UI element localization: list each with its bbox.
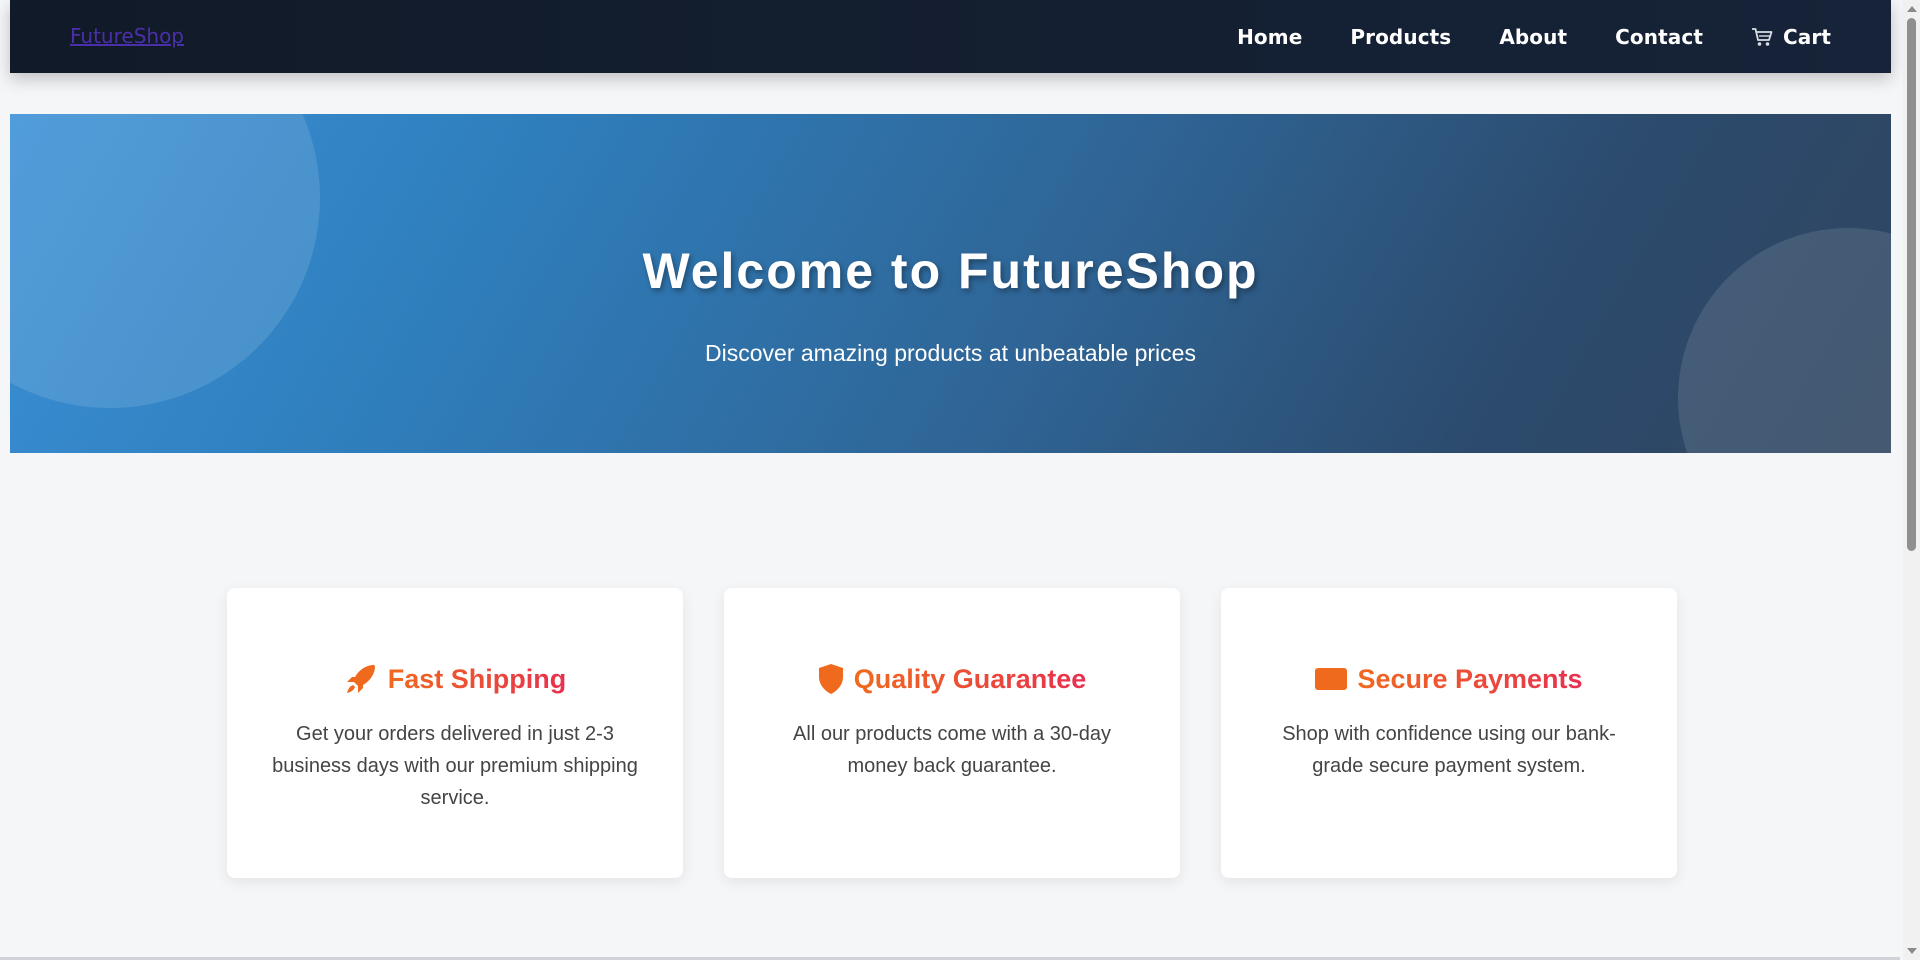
hero-subtitle: Discover amazing products at unbeatable … — [705, 340, 1196, 366]
feature-description: Shop with confidence using our bank-grad… — [1282, 723, 1616, 777]
nav-link-home[interactable]: Home — [1237, 25, 1302, 49]
brand-logo-link[interactable]: FutureShop — [70, 24, 184, 48]
top-navbar: FutureShop Home Products About Contact C… — [10, 0, 1891, 73]
feature-title: Fast Shipping — [387, 663, 567, 694]
hero-title: Welcome to FutureShop — [642, 243, 1259, 299]
cart-icon — [1751, 27, 1773, 47]
feature-title: Secure Payments — [1357, 663, 1583, 694]
page: FutureShop Home Products About Contact C… — [10, 0, 1891, 960]
vertical-scrollbar[interactable] — [1903, 0, 1920, 960]
feature-card-header: Quality Guarantee — [724, 660, 1180, 698]
nav-link-products[interactable]: Products — [1350, 25, 1451, 49]
hero-banner: Welcome to FutureShop Discover amazing p… — [10, 114, 1891, 453]
feature-card-secure-payments: Secure Payments Shop with confidence usi… — [1221, 588, 1677, 878]
scroll-up-arrow-icon[interactable] — [1907, 6, 1917, 12]
scrollbar-thumb[interactable] — [1907, 18, 1916, 551]
rocket-icon — [344, 662, 378, 696]
features-section: Fast Shipping Get your orders delivered … — [227, 588, 1677, 878]
shield-icon — [818, 663, 844, 695]
feature-title: Quality Guarantee — [853, 663, 1087, 694]
nav-link-contact[interactable]: Contact — [1615, 25, 1703, 49]
nav-links: Home Products About Contact Cart — [1237, 0, 1831, 73]
feature-card-header: Secure Payments — [1221, 660, 1677, 698]
cart-label: Cart — [1783, 24, 1831, 49]
feature-card-fast-shipping: Fast Shipping Get your orders delivered … — [227, 588, 683, 878]
credit-card-icon — [1315, 667, 1348, 691]
nav-link-about[interactable]: About — [1499, 25, 1567, 49]
feature-description: Get your orders delivered in just 2-3 bu… — [272, 723, 638, 809]
scroll-down-arrow-icon[interactable] — [1907, 948, 1917, 954]
feature-card-quality-guarantee: Quality Guarantee All our products come … — [724, 588, 1180, 878]
nav-link-cart[interactable]: Cart — [1751, 25, 1831, 49]
feature-description: All our products come with a 30-day mone… — [793, 723, 1111, 777]
feature-card-header: Fast Shipping — [227, 660, 683, 698]
